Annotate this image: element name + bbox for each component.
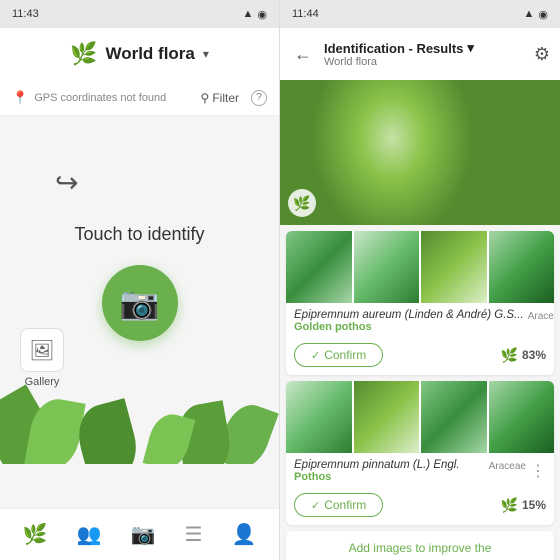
result-thumb-1-2 [354, 231, 420, 303]
app-header-left: 🌿 World flora ▾ [0, 28, 279, 80]
status-icons-right: ▲ ◉ [524, 8, 549, 21]
header-subtitle-right: World flora [324, 56, 526, 68]
status-icons-left: ▲ ◉ [243, 8, 268, 21]
status-bar-left: 11:43 ▲ ◉ [0, 0, 279, 28]
filter-bar-left: 📍 GPS coordinates not found ⚲ Filter ? [0, 80, 279, 116]
confirm-row-2: ✓ Confirm 🌿 15% [286, 487, 554, 525]
thumb-img-3 [421, 231, 487, 303]
title-chevron-left[interactable]: ▾ [203, 47, 209, 61]
app-title-left: World flora [105, 44, 194, 64]
time-right: 11:44 [292, 8, 319, 20]
result-main-photo: 🌿 [280, 80, 560, 225]
gps-icon: 📍 [12, 90, 28, 106]
filter-icon-right[interactable]: ⚙ [534, 44, 550, 65]
nav-community[interactable]: 👥 [77, 522, 102, 547]
thumb-img-2-3 [421, 381, 487, 453]
wifi-icon: ◉ [257, 8, 267, 21]
status-bar-right: 11:44 ▲ ◉ [280, 0, 560, 28]
more-options-icon-2[interactable]: ⋮ [530, 461, 546, 481]
bottom-nav-left: 🌿 👥 📷 ☰ 👤 [0, 508, 279, 560]
add-images-label: Add images to improve the [349, 541, 492, 555]
thumb-img-2-2 [354, 381, 420, 453]
results-scroll[interactable]: Epipremnum aureum (Linden & André) G.S..… [280, 225, 560, 560]
confidence-leaf-icon-1: 🌿 [501, 347, 518, 364]
result-info-text-2: Epipremnum pinnatum (L.) Engl. Pothos [294, 459, 485, 483]
result-thumb-2-3 [421, 381, 487, 453]
photo-leaf-overlay: 🌿 [288, 189, 316, 217]
confirm-row-1: ✓ Confirm 🌿 83% [286, 337, 554, 375]
result-thumb-2-2 [354, 381, 420, 453]
confidence-leaf-icon-2: 🌿 [501, 497, 518, 514]
header-title-right: Identification - Results ▾ [324, 40, 526, 56]
gallery-icon: 🖼 [20, 328, 64, 372]
nav-flora[interactable]: 🌿 [23, 522, 48, 547]
nav-camera[interactable]: 📷 [131, 522, 156, 547]
flora-nav-icon: 🌿 [23, 522, 48, 547]
right-screen: 11:44 ▲ ◉ ← Identification - Results ▾ W… [280, 0, 560, 560]
nav-profile[interactable]: 👤 [232, 522, 257, 547]
plant-decoration [0, 374, 279, 464]
app-header-right: ← Identification - Results ▾ World flora… [280, 28, 560, 80]
confirm-button-2[interactable]: ✓ Confirm [294, 493, 383, 517]
confidence-value-2: 15% [522, 498, 546, 512]
result-thumb-1-4 [489, 231, 555, 303]
help-icon[interactable]: ? [251, 90, 267, 106]
result-info-text-1: Epipremnum aureum (Linden & André) G.S..… [294, 309, 524, 333]
add-images-bar[interactable]: Add images to improve the [286, 531, 554, 560]
common-name-2: Pothos [294, 471, 485, 483]
thumb-img-2-4 [489, 381, 555, 453]
touch-label: Touch to identify [74, 224, 204, 245]
filter-button[interactable]: ⚲ Filter [201, 91, 239, 105]
result-card-1: Epipremnum aureum (Linden & André) G.S..… [286, 231, 554, 375]
confidence-value-1: 83% [522, 348, 546, 362]
camera-nav-icon: 📷 [131, 522, 156, 547]
result-thumb-1-3 [421, 231, 487, 303]
species-name-1: Epipremnum aureum (Linden & André) G.S..… [294, 309, 524, 321]
check-icon-1: ✓ [311, 349, 320, 362]
confidence-badge-2: 🌿 15% [501, 497, 546, 514]
result-info-2: Epipremnum pinnatum (L.) Engl. Pothos Ar… [286, 453, 554, 487]
left-screen: 11:43 ▲ ◉ 🌿 World flora ▾ 📍 GPS coordina… [0, 0, 280, 560]
family-name-1: Araceae [528, 311, 554, 322]
result-card-2: Epipremnum pinnatum (L.) Engl. Pothos Ar… [286, 381, 554, 525]
signal-icon-right: ▲ [524, 8, 535, 20]
list-nav-icon: ☰ [184, 522, 202, 547]
family-name-2: Araceae [489, 461, 526, 472]
result-images-row-2 [286, 381, 554, 453]
camera-icon: 📷 [120, 284, 160, 322]
thumb-img-1 [286, 231, 352, 303]
thumb-img-4 [489, 231, 555, 303]
results-chevron[interactable]: ▾ [467, 40, 474, 56]
result-info-1: Epipremnum aureum (Linden & André) G.S..… [286, 303, 554, 337]
result-images-row-1 [286, 231, 554, 303]
result-thumb-2-1 [286, 381, 352, 453]
filter-funnel-icon: ⚲ [201, 91, 210, 105]
signal-icon: ▲ [243, 8, 254, 20]
app-logo-icon: 🌿 [70, 41, 97, 67]
result-thumb-2-4 [489, 381, 555, 453]
community-nav-icon: 👥 [77, 522, 102, 547]
nav-list[interactable]: ☰ [184, 522, 202, 547]
leaf-badge-icon: 🌿 [288, 189, 316, 217]
curved-arrow-icon: ↩ [55, 166, 78, 199]
photo-simulation: 🌿 [280, 80, 560, 225]
species-name-2: Epipremnum pinnatum (L.) Engl. [294, 459, 485, 471]
confirm-button-1[interactable]: ✓ Confirm [294, 343, 383, 367]
common-name-1: Golden pothos [294, 321, 524, 333]
check-icon-2: ✓ [311, 499, 320, 512]
header-text-right: Identification - Results ▾ World flora [324, 40, 526, 68]
result-thumb-1-1 [286, 231, 352, 303]
filter-label: Filter [212, 91, 239, 105]
identify-area: ↩ Touch to identify 📷 🖼 Gallery [0, 116, 279, 508]
back-button[interactable]: ← [290, 40, 316, 69]
gps-text: GPS coordinates not found [34, 92, 166, 104]
time-left: 11:43 [12, 8, 39, 20]
confidence-badge-1: 🌿 83% [501, 347, 546, 364]
thumb-img-2 [354, 231, 420, 303]
profile-nav-icon: 👤 [232, 522, 257, 547]
camera-button[interactable]: 📷 [102, 265, 178, 341]
wifi-icon-right: ◉ [538, 8, 548, 21]
thumb-img-2-1 [286, 381, 352, 453]
